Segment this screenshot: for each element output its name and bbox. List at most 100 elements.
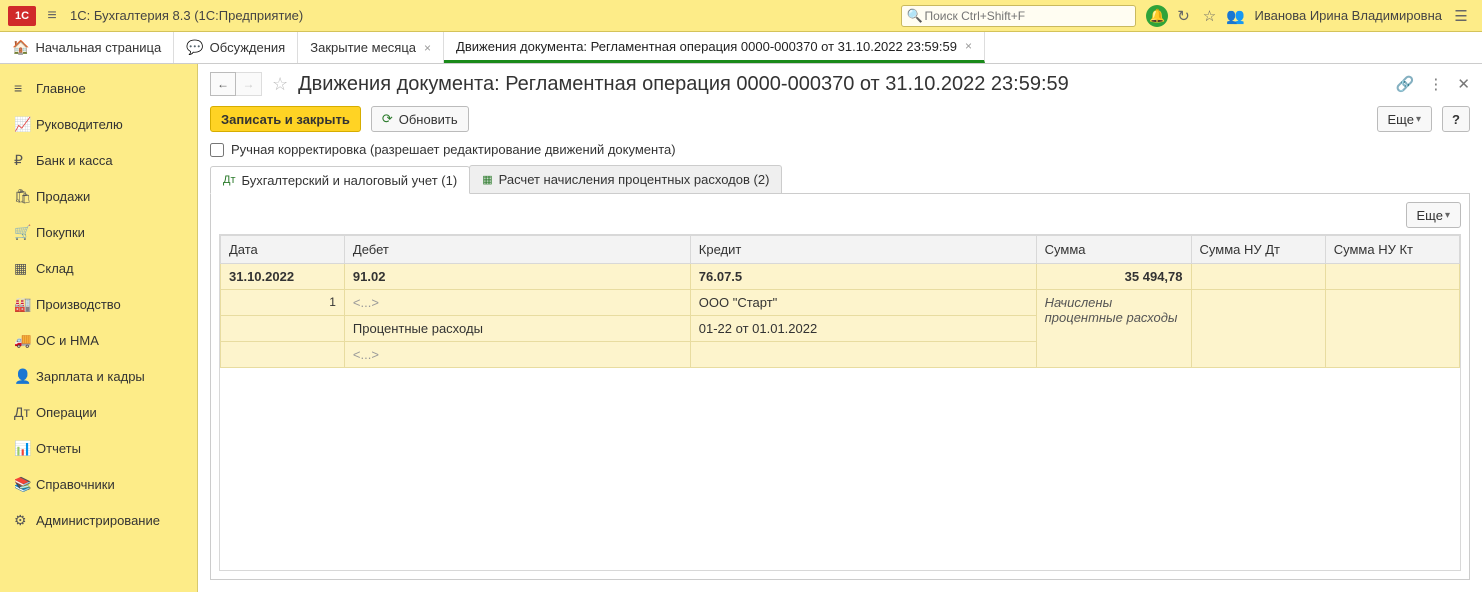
kebab-icon[interactable]: ⋮ [1428,75,1443,93]
tabstrip: 🏠 Начальная страница 💬 Обсуждения Закрыт… [0,32,1482,64]
tab-discussions[interactable]: 💬 Обсуждения [174,32,298,63]
favorite-icon[interactable]: ☆ [1196,3,1222,29]
cell-blank [221,316,345,342]
titlebar: 1С ≡ 1С: Бухгалтерия 8.3 (1С:Предприятие… [0,0,1482,32]
subtab-interest-calc[interactable]: ▦ Расчет начисления процентных расходов … [469,165,782,193]
sidebar: ≡Главное 📈Руководителю ₽Банк и касса 🛍Пр… [0,64,198,592]
col-sum[interactable]: Сумма [1036,236,1191,264]
close-icon[interactable]: × [965,39,972,53]
panel: Еще Дата Дебет Кредит Сумма Сумма НУ Дт [210,194,1470,580]
tab-month-close[interactable]: Закрытие месяца × [298,32,444,63]
panel-toolbar: Еще [219,202,1461,228]
sidebar-item-production[interactable]: 🏭Производство [0,286,197,322]
cell-nu-kt [1325,290,1459,368]
subtab-label: Расчет начисления процентных расходов (2… [499,172,770,187]
col-sum-nu-kt[interactable]: Сумма НУ Кт [1325,236,1459,264]
subtab-label: Бухгалтерский и налоговый учет (1) [242,173,458,188]
cell-debit-sub1: <...> [344,290,690,316]
cell-line-no: 1 [221,290,345,316]
sidebar-item-label: Склад [36,261,74,276]
search-icon: 🔍 [906,8,922,24]
menu-hamburger-icon[interactable]: ≡ [42,7,62,25]
col-sum-nu-dt[interactable]: Сумма НУ Дт [1191,236,1325,264]
accounting-grid[interactable]: Дата Дебет Кредит Сумма Сумма НУ Дт Сумм… [219,234,1461,571]
nav-back-button[interactable]: ← [210,72,236,96]
app-title: 1С: Бухгалтерия 8.3 (1С:Предприятие) [70,8,303,23]
more-button[interactable]: Еще [1377,106,1432,132]
grid-icon: ▦ [14,260,36,277]
tab-home[interactable]: 🏠 Начальная страница [0,32,174,63]
refresh-icon: ⟳ [382,111,393,127]
sidebar-item-catalogs[interactable]: 📚Справочники [0,466,197,502]
cell-nu-kt [1325,264,1459,290]
cell-debit-sub3: <...> [344,342,690,368]
table-icon: ▦ [482,173,492,186]
toolbar: Записать и закрыть ⟳Обновить Еще ? [210,106,1470,132]
sidebar-item-reports[interactable]: 📊Отчеты [0,430,197,466]
nav-forward-button[interactable]: → [236,72,262,96]
help-button[interactable]: ? [1442,106,1470,132]
dtk-icon: Дт [223,174,236,186]
tab-label: Движения документа: Регламентная операци… [456,39,957,54]
tab-document-movements[interactable]: Движения документа: Регламентная операци… [444,32,985,63]
ruble-icon: ₽ [14,152,36,169]
grid-row[interactable]: 31.10.2022 91.02 76.07.5 35 494,78 [221,264,1460,290]
page-title: Движения документа: Регламентная операци… [298,73,1069,96]
refresh-button[interactable]: ⟳Обновить [371,106,469,132]
chart-icon: 📈 [14,116,36,133]
close-icon[interactable]: × [424,41,431,55]
search-input[interactable] [901,5,1136,27]
sidebar-item-label: Производство [36,297,121,312]
tab-label: Начальная страница [35,40,161,55]
sidebar-item-label: Продажи [36,189,90,204]
history-icon[interactable]: ↻ [1170,3,1196,29]
col-debit[interactable]: Дебет [344,236,690,264]
sidebar-item-main[interactable]: ≡Главное [0,70,197,106]
sidebar-item-purchases[interactable]: 🛒Покупки [0,214,197,250]
col-date[interactable]: Дата [221,236,345,264]
books-icon: 📚 [14,476,36,493]
cell-credit-sub2: 01-22 от 01.01.2022 [690,316,1036,342]
users-icon[interactable]: 👥 [1222,3,1248,29]
cell-sum: 35 494,78 [1036,264,1191,290]
col-credit[interactable]: Кредит [690,236,1036,264]
cell-comment: Начислены процентные расходы [1036,290,1191,368]
main: ≡Главное 📈Руководителю ₽Банк и касса 🛍Пр… [0,64,1482,592]
cell-debit-sub2: Процентные расходы [344,316,690,342]
link-icon[interactable]: 🔗 [1396,75,1415,93]
sidebar-item-operations[interactable]: ДтОперации [0,394,197,430]
notifications-icon[interactable]: 🔔 [1144,3,1170,29]
panel-more-button[interactable]: Еще [1406,202,1461,228]
subtab-accounting[interactable]: Дт Бухгалтерский и налоговый учет (1) [210,166,470,194]
cell-debit-acc: 91.02 [344,264,690,290]
grid-row[interactable]: 1 <...> ООО "Старт" Начислены процентные… [221,290,1460,316]
sidebar-item-label: Справочники [36,477,115,492]
window-menu-icon[interactable]: ☰ [1448,3,1474,29]
factory-icon: 🏭 [14,296,36,313]
list-icon: ≡ [14,80,36,96]
global-search[interactable]: 🔍 [901,5,1136,27]
manual-edit-checkbox[interactable] [210,143,224,157]
sidebar-item-label: Главное [36,81,86,96]
cell-blank [221,342,345,368]
header-row: ← → ☆ Движения документа: Регламентная о… [210,72,1470,96]
save-close-button[interactable]: Записать и закрыть [210,106,361,132]
sidebar-item-label: ОС и НМА [36,333,99,348]
cell-blank [690,342,1036,368]
sidebar-item-admin[interactable]: ⚙Администрирование [0,502,197,538]
sidebar-item-sales[interactable]: 🛍Продажи [0,178,197,214]
manual-edit-row: Ручная корректировка (разрешает редактир… [210,142,1470,157]
cell-nu-dt [1191,264,1325,290]
sidebar-item-label: Администрирование [36,513,160,528]
truck-icon: 🚚 [14,332,36,349]
sidebar-item-warehouse[interactable]: ▦Склад [0,250,197,286]
current-user[interactable]: Иванова Ирина Владимировна [1254,8,1442,23]
sidebar-item-assets[interactable]: 🚚ОС и НМА [0,322,197,358]
grid-header-row: Дата Дебет Кредит Сумма Сумма НУ Дт Сумм… [221,236,1460,264]
sidebar-item-hr[interactable]: 👤Зарплата и кадры [0,358,197,394]
bag-icon: 🛍 [14,188,36,205]
sidebar-item-manager[interactable]: 📈Руководителю [0,106,197,142]
close-panel-icon[interactable]: ✕ [1457,75,1470,93]
favorite-toggle-icon[interactable]: ☆ [272,74,288,95]
sidebar-item-bank[interactable]: ₽Банк и касса [0,142,197,178]
